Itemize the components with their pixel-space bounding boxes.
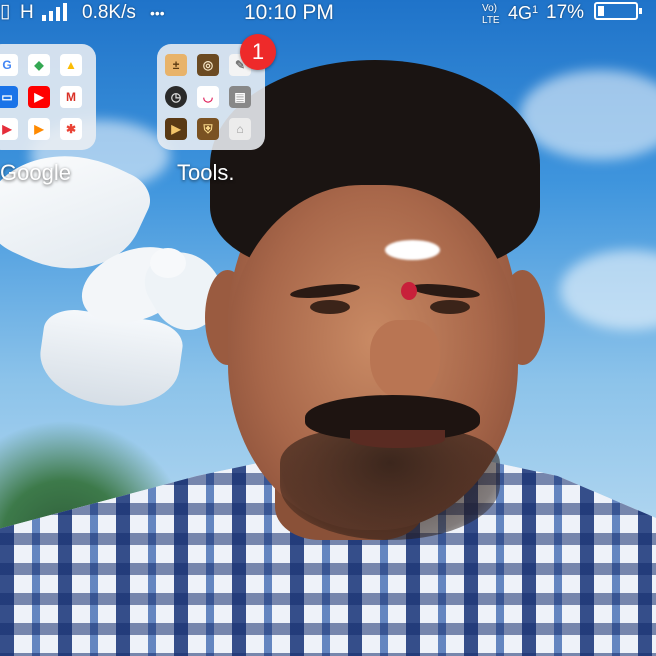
battery-percent: 17% <box>546 2 585 23</box>
sim-signal-icon: ▯ <box>0 1 11 22</box>
drive-icon: ▲ <box>60 54 82 76</box>
wallpaper <box>0 0 656 656</box>
clock-icon: ◷ <box>165 86 187 108</box>
maps-icon: ◆ <box>28 54 50 76</box>
play-movies-icon: ▶ <box>0 118 18 140</box>
folder-tools-label[interactable]: Tools. <box>177 160 234 186</box>
cleaner-icon: ⌂ <box>229 118 251 140</box>
youtube-icon: ▶ <box>28 86 50 108</box>
folder-google[interactable]: G ◆ ▲ ▭ ▶ M ▶ ▶ ✱ <box>0 44 96 150</box>
photos-icon: ✱ <box>60 118 82 140</box>
battery-icon <box>594 2 642 20</box>
data-speed: 0.8K/s <box>82 2 136 23</box>
security-icon: ⛨ <box>197 118 219 140</box>
calendar-icon: ▤ <box>229 86 251 108</box>
status-bar: ▯ H 0.8K/s ••• 10:10 PM Vo) LTE 4G 1 17% <box>0 0 656 26</box>
duo-icon: ▭ <box>0 86 18 108</box>
google-icon: G <box>0 54 18 76</box>
lte-label: LTE <box>482 15 500 26</box>
sim-index: 1 <box>532 4 539 16</box>
clock: 10:10 PM <box>244 1 334 24</box>
network-4g-icon: 4G <box>508 3 533 23</box>
more-notifications-icon: ••• <box>150 5 165 21</box>
signal-strength-icon <box>42 3 67 21</box>
calculator-icon: ± <box>165 54 187 76</box>
video-player-icon: ▶ <box>165 118 187 140</box>
notification-badge: 1 <box>240 34 276 70</box>
recorder-icon: ◡ <box>197 86 219 108</box>
compass-icon: ◎ <box>197 54 219 76</box>
network-type: H <box>20 2 34 23</box>
play-music-icon: ▶ <box>28 118 50 140</box>
folder-google-label[interactable]: Google <box>0 160 71 186</box>
gmail-icon: M <box>60 86 82 108</box>
